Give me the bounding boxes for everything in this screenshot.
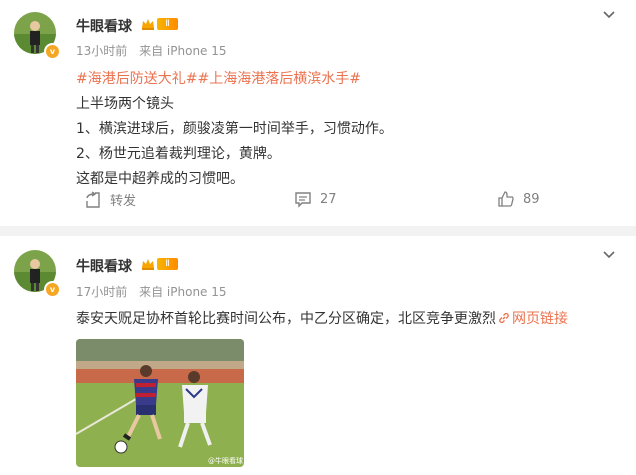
repost-icon bbox=[86, 190, 100, 208]
post-line: 2、杨世元追着裁判理论，黄牌。 bbox=[76, 146, 281, 162]
comment-icon bbox=[295, 192, 311, 208]
like-count: 89 bbox=[523, 191, 540, 207]
post-actions: 转发 27 89 bbox=[0, 190, 636, 220]
post-text: 泰安天贶足协杯首轮比赛时间公布，中乙分区确定，北区竞争更激烈 网页链接 bbox=[76, 307, 568, 332]
level-tag: Ⅱ bbox=[157, 258, 178, 270]
crown-icon bbox=[142, 19, 154, 30]
web-link-label: 网页链接 bbox=[512, 311, 568, 327]
post-line: 这都是中超养成的习惯吧。 bbox=[76, 171, 244, 187]
level-tag: Ⅱ bbox=[157, 18, 178, 30]
comment-button[interactable]: 27 bbox=[294, 190, 337, 208]
post-line: 泰安天贶足协杯首轮比赛时间公布，中乙分区确定，北区竞争更激烈 bbox=[76, 311, 496, 327]
post-source: 来自 iPhone 15 bbox=[139, 44, 227, 58]
post-time[interactable]: 17小时前 bbox=[76, 285, 127, 299]
thumbs-up-icon bbox=[498, 191, 514, 207]
author-name[interactable]: 牛眼看球 bbox=[76, 256, 132, 276]
post-source: 来自 iPhone 15 bbox=[139, 285, 227, 299]
post-card: v 牛眼看球 Ⅱ 17小时前 来自 iPhone 15 泰安天贶足协杯首轮比赛时… bbox=[0, 236, 636, 475]
post-meta: 13小时前 来自 iPhone 15 bbox=[76, 42, 235, 59]
author-name[interactable]: 牛眼看球 bbox=[76, 16, 132, 36]
repost-label: 转发 bbox=[110, 194, 137, 209]
photo-watermark: @牛眼看球 bbox=[208, 456, 243, 465]
member-level-badge: Ⅱ bbox=[140, 16, 178, 32]
post-text: #海港后防送大礼##上海海港落后横滨水手# 上半场两个镜头 1、横滨进球后，颜骏… bbox=[76, 67, 393, 192]
chevron-down-icon[interactable] bbox=[602, 248, 616, 262]
hashtag-link[interactable]: #海港后防送大礼# bbox=[76, 71, 197, 87]
post-photo[interactable]: @牛眼看球 bbox=[76, 339, 244, 467]
chevron-down-icon[interactable] bbox=[602, 8, 616, 22]
post-meta: 17小时前 来自 iPhone 15 bbox=[76, 283, 235, 300]
comment-count: 27 bbox=[320, 191, 337, 207]
link-icon bbox=[499, 312, 509, 324]
crown-icon bbox=[142, 259, 154, 270]
hashtag-link[interactable]: #上海海港落后横滨水手# bbox=[197, 71, 360, 87]
like-button[interactable]: 89 bbox=[497, 190, 540, 208]
post-card: v 牛眼看球 Ⅱ 13小时前 来自 iPhone 15 #海港后防送大礼##上海… bbox=[0, 0, 636, 226]
member-level-badge: Ⅱ bbox=[140, 256, 178, 272]
repost-button[interactable]: 转发 bbox=[84, 190, 136, 209]
post-time[interactable]: 13小时前 bbox=[76, 44, 127, 58]
post-line: 上半场两个镜头 bbox=[76, 96, 174, 112]
web-link[interactable]: 网页链接 bbox=[496, 311, 568, 327]
verified-badge-icon: v bbox=[44, 281, 61, 298]
verified-badge-icon: v bbox=[44, 43, 61, 60]
post-line: 1、横滨进球后，颜骏凌第一时间举手，习惯动作。 bbox=[76, 121, 393, 137]
